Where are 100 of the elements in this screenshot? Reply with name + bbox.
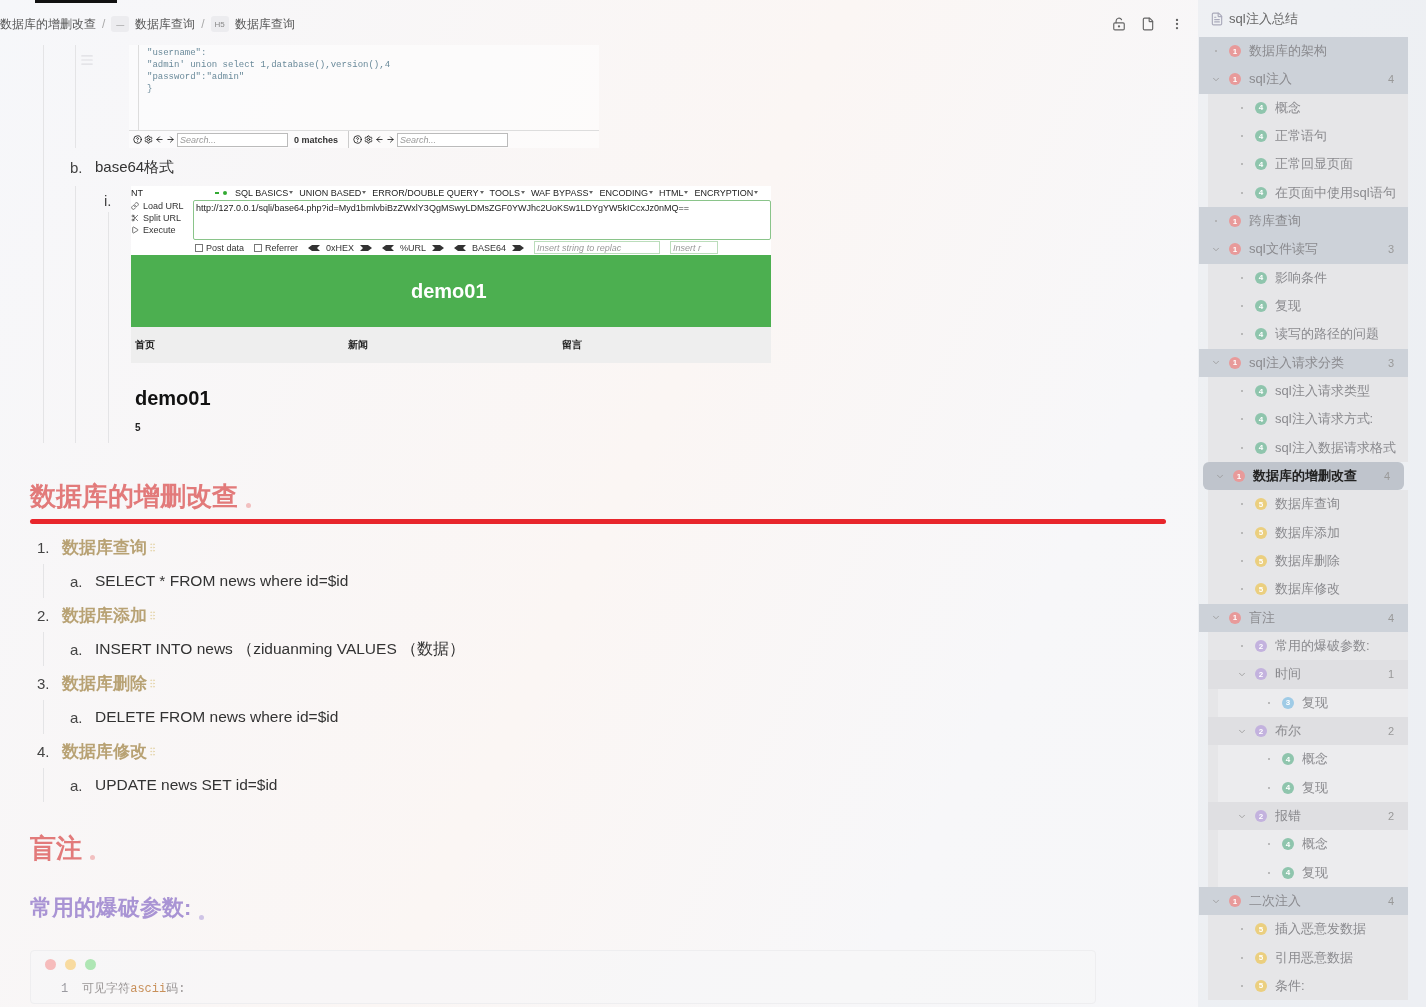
search-field[interactable]: Search... bbox=[397, 132, 509, 147]
menu-item[interactable]: ENCRYPTION bbox=[694, 187, 759, 198]
outline-item[interactable]: 4 概念 bbox=[1218, 745, 1408, 774]
outline-item[interactable]: 2 常用的爆破参数: bbox=[1208, 631, 1408, 661]
outline-item[interactable]: 2 报错 2 bbox=[1208, 801, 1408, 831]
child-count: 2 bbox=[1387, 810, 1395, 822]
input-field[interactable]: Insert string to replac bbox=[534, 241, 661, 254]
list-number: 1. bbox=[36, 538, 51, 556]
outline-item[interactable]: 4 概念 bbox=[1218, 830, 1408, 859]
checkbox[interactable] bbox=[254, 243, 263, 252]
breadcrumb-item[interactable]: 数据库的增删改查 bbox=[0, 15, 96, 33]
outline-label: sql注入请求类型 bbox=[1275, 382, 1370, 401]
menu-item[interactable]: TOOLS bbox=[489, 187, 525, 198]
outline-item[interactable]: 4 复现 bbox=[1218, 773, 1408, 802]
drag-handle-icon[interactable] bbox=[147, 609, 158, 621]
unlock-icon[interactable] bbox=[1112, 17, 1126, 31]
code-line: "admin' union select 1,database(),version(),4 bbox=[147, 59, 392, 71]
outline-item[interactable]: 1 跨库查询 bbox=[1199, 206, 1408, 236]
help-icon[interactable] bbox=[353, 135, 363, 144]
outline-label: 布尔 bbox=[1275, 722, 1301, 741]
menu-item[interactable]: ERROR/DOUBLE QUERY bbox=[372, 187, 484, 198]
drag-handle-icon[interactable] bbox=[147, 745, 158, 757]
outline-item[interactable]: 1 二次注入 4 bbox=[1199, 886, 1408, 916]
arrow-icon bbox=[382, 244, 395, 251]
breadcrumb-item[interactable]: 数据库查询 bbox=[135, 15, 196, 33]
nav-link[interactable]: 留言 bbox=[557, 338, 771, 352]
outline-item[interactable]: 1 数据库的架构 bbox=[1199, 37, 1408, 66]
outline-item[interactable]: 1 sql注入 4 bbox=[1199, 65, 1408, 94]
outline-item[interactable]: 5 引用恶意数据 bbox=[1208, 943, 1408, 972]
level-badge: 4 bbox=[1255, 385, 1267, 398]
help-icon[interactable] bbox=[133, 135, 142, 144]
breadcrumb-item[interactable]: 数据库查询 bbox=[234, 15, 295, 33]
subsection-heading: 常用的爆破参数: bbox=[30, 894, 192, 922]
encoder-button[interactable]: BASE64 bbox=[454, 242, 525, 253]
drag-handle-icon[interactable] bbox=[147, 541, 158, 553]
level-badge: 5 bbox=[1255, 498, 1267, 511]
input-field[interactable]: Insert r bbox=[670, 241, 719, 254]
menu-item[interactable]: ENCODING bbox=[599, 187, 653, 198]
arrow-icon bbox=[432, 244, 445, 251]
outline-item[interactable]: 4 读写的路径的问题 bbox=[1208, 320, 1408, 349]
outline-item[interactable]: 5 数据库删除 bbox=[1208, 546, 1408, 576]
arrow-right-icon[interactable] bbox=[166, 135, 175, 144]
encoder-button[interactable]: %URL bbox=[382, 242, 445, 253]
encoder-button[interactable]: 0xHEX bbox=[308, 242, 373, 253]
arrow-right-icon[interactable] bbox=[386, 135, 396, 144]
outline-label: 跨库查询 bbox=[1249, 212, 1301, 231]
level-badge: 4 bbox=[1282, 866, 1294, 879]
outline-item[interactable]: 5 数据库修改 bbox=[1208, 575, 1408, 604]
settings-icon[interactable] bbox=[144, 135, 153, 144]
menu-item[interactable]: SQL BASICS bbox=[235, 187, 294, 198]
outline-item[interactable]: 1 sql注入请求分类 3 bbox=[1199, 348, 1408, 377]
drag-handle-icon[interactable] bbox=[147, 677, 158, 689]
outline-item[interactable]: 2 时间 1 bbox=[1208, 660, 1408, 689]
outline-item[interactable]: 2 布尔 2 bbox=[1208, 716, 1408, 746]
child-count: 4 bbox=[1387, 611, 1395, 624]
code-line: "username": bbox=[147, 47, 208, 59]
search-field[interactable]: Search... bbox=[177, 132, 288, 147]
outline-item[interactable]: 4 sql注入请求类型 bbox=[1208, 376, 1408, 406]
outline-item[interactable]: 5 数据库添加 bbox=[1208, 518, 1408, 547]
list-item-text: DELETE FROM news where id=$id bbox=[95, 708, 339, 726]
outline-item[interactable]: 4 正常回显页面 bbox=[1208, 150, 1408, 179]
arrow-left-icon[interactable] bbox=[375, 135, 385, 144]
menu-item[interactable]: UNION BASED bbox=[299, 187, 367, 198]
outline-item[interactable]: 4 复现 bbox=[1208, 291, 1408, 321]
outline-item[interactable]: 4 概念 bbox=[1208, 93, 1408, 122]
checkbox[interactable] bbox=[195, 243, 203, 252]
link-icon bbox=[131, 201, 139, 210]
level-badge: 2 bbox=[1255, 640, 1267, 653]
arrow-left-icon[interactable] bbox=[155, 135, 164, 144]
action-button[interactable]: Execute bbox=[131, 224, 193, 235]
outline-item[interactable]: 4 复现 bbox=[1218, 858, 1408, 887]
level-badge: 4 bbox=[1255, 130, 1267, 143]
outline-item[interactable]: 5 数据库查询 bbox=[1208, 490, 1408, 519]
menu-item[interactable]: WAF BYPASS bbox=[530, 187, 594, 198]
outline-item[interactable]: 4 正常语句 bbox=[1208, 122, 1408, 151]
settings-icon[interactable] bbox=[364, 135, 374, 144]
code-line: 可见字符ascii码: bbox=[82, 981, 186, 997]
outline-item[interactable]: 4 影响条件 bbox=[1208, 263, 1408, 292]
outline-item[interactable]: 3 复现 bbox=[1218, 688, 1408, 717]
file-icon[interactable] bbox=[1141, 17, 1155, 31]
outline-item[interactable]: 4 sql注入数据请求格式 bbox=[1208, 433, 1408, 462]
level-badge: 3 bbox=[1282, 696, 1294, 709]
action-button[interactable]: Load URL bbox=[131, 200, 193, 211]
outline-item[interactable]: 5 条件: bbox=[1208, 971, 1408, 1001]
action-button[interactable]: Split URL bbox=[131, 212, 193, 223]
menu-item[interactable]: NT bbox=[131, 187, 143, 198]
caret-icon bbox=[479, 191, 484, 194]
outline-item[interactable]: 4 sql注入请求方式: bbox=[1208, 405, 1408, 434]
menu-item[interactable]: HTML bbox=[658, 187, 689, 198]
list-item-text: UPDATE news SET id=$id bbox=[95, 776, 278, 794]
url-field[interactable]: http://127.0.0.1/sqli/base64.php?id=Myd1bmlvbiBzZWxlY3QgMSwyLDMsZGF0YWJhc2UoKSw1LDYgYW5kICcxJz0nMQ== bbox=[193, 200, 771, 240]
outline-item[interactable]: 5 插入恶意发数据 bbox=[1208, 915, 1408, 944]
outline-item[interactable]: 1 盲注 4 bbox=[1199, 603, 1408, 632]
outline-label: 引用恶意数据 bbox=[1275, 948, 1353, 967]
outline-item[interactable]: 1 sql文件读写 3 bbox=[1199, 235, 1408, 264]
outline-label: 影响条件 bbox=[1275, 268, 1327, 287]
nav-link[interactable]: 首页 bbox=[131, 338, 345, 352]
outline-item[interactable]: 4 在页面中使用sql语句 bbox=[1208, 178, 1408, 207]
list-number: 3. bbox=[36, 674, 51, 692]
nav-link[interactable]: 新闻 bbox=[344, 338, 558, 352]
